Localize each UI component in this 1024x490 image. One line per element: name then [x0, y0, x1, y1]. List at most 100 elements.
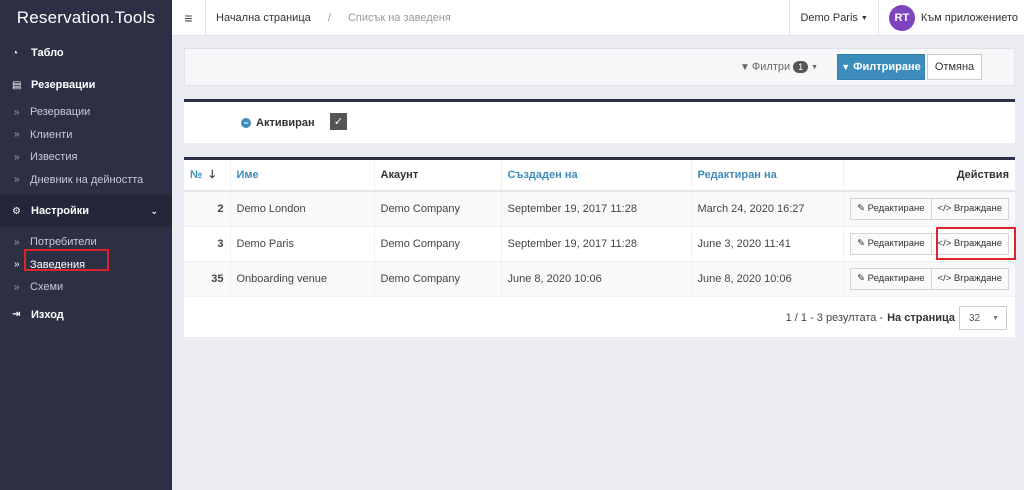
sidebar: Reservation.Tools ◔ Табло ▤ Резервации »… [0, 0, 172, 490]
breadcrumb-current: Списък на заведеня [347, 11, 451, 24]
column-header-edited[interactable]: Редактиран на [691, 160, 844, 192]
dashboard-icon: ◔ [12, 47, 19, 59]
column-header-actions: Действия [843, 160, 1015, 192]
breadcrumb-home[interactable]: Начална страница [216, 12, 311, 24]
code-icon: </> [937, 272, 952, 284]
filter-icon: ▼ [841, 62, 851, 72]
sidebar-item-label: Настройки [31, 205, 90, 217]
venue-account: Demo Company [374, 261, 502, 297]
to-app-link[interactable]: RT Към приложението [877, 0, 1024, 36]
sidebar-item-label: Схеми [30, 281, 64, 294]
column-header-created[interactable]: Създаден на [501, 160, 692, 192]
row-actions: ✎ Редактиране </> Вграждане [843, 191, 1015, 227]
embed-label: Вграждане [953, 272, 1002, 284]
sidebar-item-label: Дневник на дейността [30, 173, 144, 186]
double-chevron-icon: » [14, 174, 20, 186]
double-chevron-icon: » [14, 236, 20, 248]
active-filter-text: Активиран [256, 117, 315, 129]
column-header-account: Акаунт [374, 160, 502, 192]
pagination: 1 / 1 - 3 резултата - На страница 32 ▼ [786, 306, 1007, 330]
sidebar-item-label: Изход [31, 308, 64, 321]
apply-filter-button[interactable]: ▼ Филтриране [837, 54, 925, 80]
active-filter-panel: − Активиран ✓ [184, 99, 1015, 143]
venue-switcher[interactable]: Demo Paris ▼ [789, 0, 877, 36]
cancel-filter-button[interactable]: Отмяна [927, 54, 982, 80]
double-chevron-icon: » [14, 151, 20, 163]
venue-edited: June 8, 2020 10:06 [691, 261, 844, 297]
venue-switcher-label: Demo Paris [800, 12, 858, 24]
sign-out-icon: ⇥ [12, 309, 21, 320]
sidebar-item-logout[interactable]: ⇥ Изход [0, 304, 172, 326]
venue-edited: June 3, 2020 11:41 [691, 226, 844, 262]
calendar-icon: ▤ [12, 79, 22, 91]
sidebar-item-reservations[interactable]: » Резервации [0, 101, 172, 124]
venue-id: 2 [184, 191, 231, 227]
double-chevron-icon: » [14, 281, 20, 293]
caret-down-icon: ▼ [992, 314, 999, 322]
sidebar-item-label: Потребители [30, 236, 97, 249]
embed-button[interactable]: </> Вграждане [930, 267, 1009, 290]
sidebar-item-activity-log[interactable]: » Дневник на дейността [0, 169, 172, 192]
embed-button[interactable]: </> Вграждане [930, 197, 1009, 220]
edit-button[interactable]: ✎ Редактиране [850, 232, 932, 255]
venue-edited: March 24, 2020 16:27 [691, 191, 844, 227]
venue-account: Demo Company [374, 191, 502, 227]
breadcrumb: Начална страница / Списък на заведеня [206, 12, 451, 24]
sidebar-item-label: Табло [31, 47, 64, 59]
column-header-id[interactable]: № 🡓 [184, 160, 231, 192]
edit-button[interactable]: ✎ Редактиране [850, 267, 932, 290]
sidebar-item-clients[interactable]: » Клиенти [0, 124, 172, 147]
venues-table: № 🡓 Име Акаунт Създаден на Редактиран на… [184, 160, 1015, 297]
row-actions: ✎ Редактиране </> Вграждане [843, 261, 1015, 297]
apply-filter-label: Филтриране [853, 61, 921, 73]
brand-logo[interactable]: Reservation.Tools [0, 0, 172, 36]
venues-highlight-annotation [24, 249, 109, 271]
sidebar-item-label: Резервации [30, 106, 91, 119]
top-bar: ≡ Начална страница / Списък на заведеня … [172, 0, 1024, 36]
sidebar-item-label: Клиенти [30, 128, 73, 141]
double-chevron-icon: » [14, 106, 20, 118]
per-page-label: На страница [887, 312, 955, 324]
venue-name: Onboarding venue [230, 261, 375, 297]
gears-icon: ⚙ [12, 205, 21, 217]
venue-id: 3 [184, 226, 231, 262]
active-filter-label: − Активиран [241, 117, 315, 129]
sidebar-item-notifications[interactable]: » Известия [0, 146, 172, 169]
edit-button[interactable]: ✎ Редактиране [850, 197, 932, 220]
active-checkbox[interactable]: ✓ [330, 113, 347, 130]
code-icon: </> [937, 202, 952, 214]
caret-down-icon: ▼ [811, 63, 819, 71]
embed-label: Вграждане [953, 202, 1002, 214]
filters-dropdown[interactable]: ▼ Филтри 1 ▼ [740, 61, 818, 73]
column-header-name[interactable]: Име [230, 160, 375, 192]
table-row: 35 Onboarding venue Demo Company June 8,… [184, 261, 1015, 297]
double-chevron-icon: » [14, 129, 20, 141]
remove-filter-icon[interactable]: − [241, 118, 251, 128]
venue-created: September 19, 2017 11:28 [501, 191, 692, 227]
venue-name: Demo Paris [230, 226, 375, 262]
pencil-icon: ✎ [857, 272, 866, 284]
sidebar-section-settings[interactable]: ⚙ Настройки ⌄ [0, 195, 172, 227]
menu-toggle-icon[interactable]: ≡ [172, 0, 206, 36]
avatar: RT [888, 5, 915, 31]
sidebar-item-label: Известия [30, 151, 78, 164]
table-row: 2 Demo London Demo Company September 19,… [184, 191, 1015, 227]
sidebar-item-schemes[interactable]: » Схеми [0, 276, 172, 299]
sort-down-arrow-icon: 🡓 [209, 168, 216, 181]
per-page-select[interactable]: 32 ▼ [959, 306, 1007, 330]
caret-down-icon: ▼ [860, 14, 868, 22]
pencil-icon: ✎ [857, 237, 866, 249]
embed-highlight-annotation [936, 227, 1016, 260]
sidebar-section-reservations[interactable]: ▤ Резервации [0, 74, 172, 96]
venues-table-panel: № 🡓 Име Акаунт Създаден на Редактиран на… [184, 157, 1016, 337]
venue-name: Demo London [230, 191, 375, 227]
to-app-label: Към приложението [920, 12, 1018, 24]
venue-account: Demo Company [374, 226, 502, 262]
sidebar-item-dashboard[interactable]: ◔ Табло [0, 42, 172, 64]
breadcrumb-separator: / [327, 11, 331, 24]
filter-icon: ▼ [740, 61, 750, 73]
per-page-value: 32 [969, 312, 981, 324]
pagination-summary: 1 / 1 - 3 резултата - [785, 312, 884, 324]
edit-label: Редактиране [867, 202, 925, 214]
filters-label: Филтри [751, 61, 791, 73]
